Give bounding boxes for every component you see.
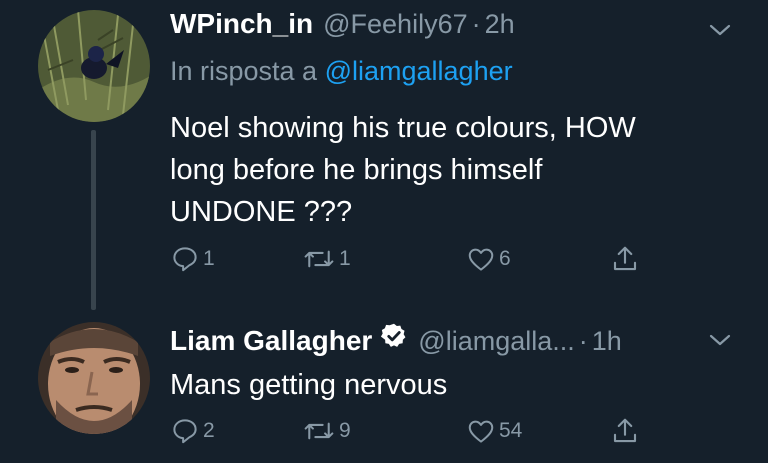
avatar[interactable] xyxy=(38,322,150,434)
tweet-text: Noel showing his true colours, HOW long … xyxy=(170,107,740,233)
avatar-bird-image xyxy=(38,10,150,122)
retweet-icon xyxy=(304,422,334,440)
share-button[interactable] xyxy=(610,416,640,446)
reply-prefix: In risposta a xyxy=(170,56,318,86)
retweet-count: 1 xyxy=(339,247,351,270)
thread-connector xyxy=(91,130,96,310)
timestamp[interactable]: 2h xyxy=(485,9,515,40)
share-icon xyxy=(613,418,637,443)
tweet-header: WPinch_in @Feehily67 · 2h xyxy=(170,8,515,40)
reply-button[interactable]: 2 xyxy=(170,416,215,446)
heart-icon xyxy=(468,248,494,271)
display-name[interactable]: Liam Gallagher xyxy=(170,325,372,357)
user-handle[interactable]: @liamgalla... xyxy=(418,326,574,357)
retweet-button[interactable]: 1 xyxy=(302,244,351,274)
avatar[interactable] xyxy=(38,10,150,122)
separator: · xyxy=(471,9,481,39)
tweet-text-line: long before he brings himself xyxy=(170,154,543,186)
retweet-button[interactable]: 9 xyxy=(302,416,351,446)
reply-count: 2 xyxy=(203,419,215,442)
reply-icon xyxy=(173,247,197,272)
display-name[interactable]: WPinch_in xyxy=(170,8,313,40)
like-button[interactable]: 6 xyxy=(466,244,511,274)
verified-badge-icon xyxy=(381,323,406,347)
tweet-header: Liam Gallagher @liamgalla... · 1h xyxy=(170,322,622,357)
user-handle[interactable]: @Feehily67 xyxy=(323,9,467,40)
reply-count: 1 xyxy=(203,247,215,270)
separator: · xyxy=(578,326,588,356)
timestamp[interactable]: 1h xyxy=(592,326,622,357)
tweet-text-line: Mans getting nervous xyxy=(170,369,448,401)
like-button[interactable]: 54 xyxy=(466,416,522,446)
reply-icon xyxy=(173,419,197,444)
like-count: 6 xyxy=(499,247,511,270)
tweet-liam[interactable]: Liam Gallagher @liamgalla... · 1h Mans g… xyxy=(0,310,768,463)
share-icon xyxy=(613,246,637,271)
tweet-actions: 2 9 54 xyxy=(170,416,650,452)
chevron-down-icon[interactable] xyxy=(708,18,732,42)
avatar-face-image xyxy=(38,322,150,434)
reply-button[interactable]: 1 xyxy=(170,244,215,274)
chevron-down-icon[interactable] xyxy=(708,328,732,352)
retweet-icon xyxy=(304,250,334,268)
tweet-text: Mans getting nervous xyxy=(170,364,740,406)
reply-mention-link[interactable]: @liamgallagher xyxy=(325,56,513,86)
tweet-text-line: UNDONE ??? xyxy=(170,196,353,228)
like-count: 54 xyxy=(499,419,523,442)
tweet-actions: 1 1 6 xyxy=(170,244,650,280)
tweet-text-line: Noel showing his true colours, HOW xyxy=(170,112,636,144)
reply-context: In risposta a @liamgallagher xyxy=(170,56,513,87)
share-button[interactable] xyxy=(610,244,640,274)
tweet-wpinch[interactable]: WPinch_in @Feehily67 · 2h In risposta a … xyxy=(0,0,768,310)
retweet-count: 9 xyxy=(339,419,351,442)
heart-icon xyxy=(468,420,494,443)
